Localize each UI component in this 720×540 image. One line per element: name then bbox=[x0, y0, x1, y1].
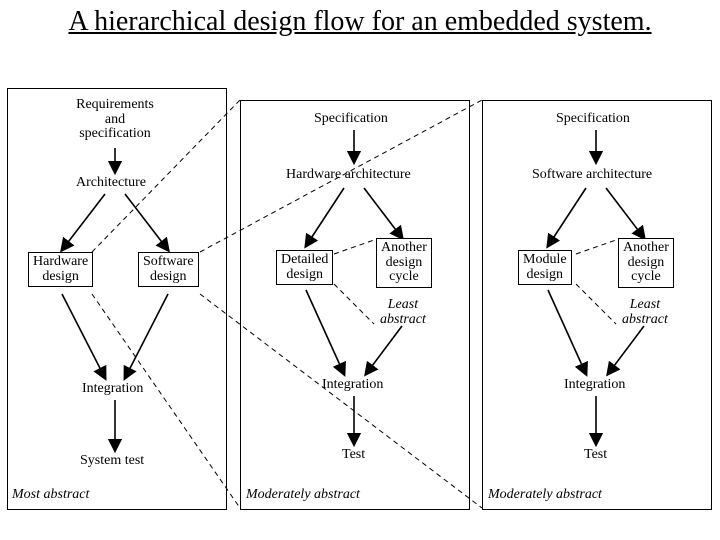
node-hwarch: Hardware architecture bbox=[286, 168, 411, 183]
note-least2: Least abstract bbox=[622, 298, 668, 327]
node-test2: Test bbox=[342, 448, 365, 463]
page: A hierarchical design flow for an embedd… bbox=[0, 0, 720, 540]
node-integ: Integration bbox=[82, 382, 143, 397]
node-test3: Test bbox=[584, 448, 607, 463]
node-swdes: Software design bbox=[138, 252, 199, 287]
node-integ2: Integration bbox=[322, 378, 383, 393]
node-reqspec: Requirements and specification bbox=[70, 98, 160, 142]
node-integ3: Integration bbox=[564, 378, 625, 393]
note-most-abstract: Most abstract bbox=[12, 488, 89, 503]
diagram-canvas: Requirements and specification Architect… bbox=[0, 80, 720, 540]
node-swarch: Software architecture bbox=[532, 168, 652, 183]
arrow-layer bbox=[0, 80, 720, 540]
node-spec3: Specification bbox=[556, 112, 630, 127]
node-another2: Another design cycle bbox=[618, 238, 674, 288]
node-arch: Architecture bbox=[76, 176, 146, 191]
note-mod1: Moderately abstract bbox=[246, 488, 360, 503]
page-title: A hierarchical design flow for an embedd… bbox=[0, 0, 720, 38]
node-detdes: Detailed design bbox=[276, 250, 333, 285]
note-least1: Least abstract bbox=[380, 298, 426, 327]
node-moddes: Module design bbox=[518, 250, 572, 285]
node-spec2: Specification bbox=[314, 112, 388, 127]
node-systest: System test bbox=[80, 454, 144, 469]
node-hwdes: Hardware design bbox=[28, 252, 93, 287]
node-another1: Another design cycle bbox=[376, 238, 432, 288]
note-mod2: Moderately abstract bbox=[488, 488, 602, 503]
